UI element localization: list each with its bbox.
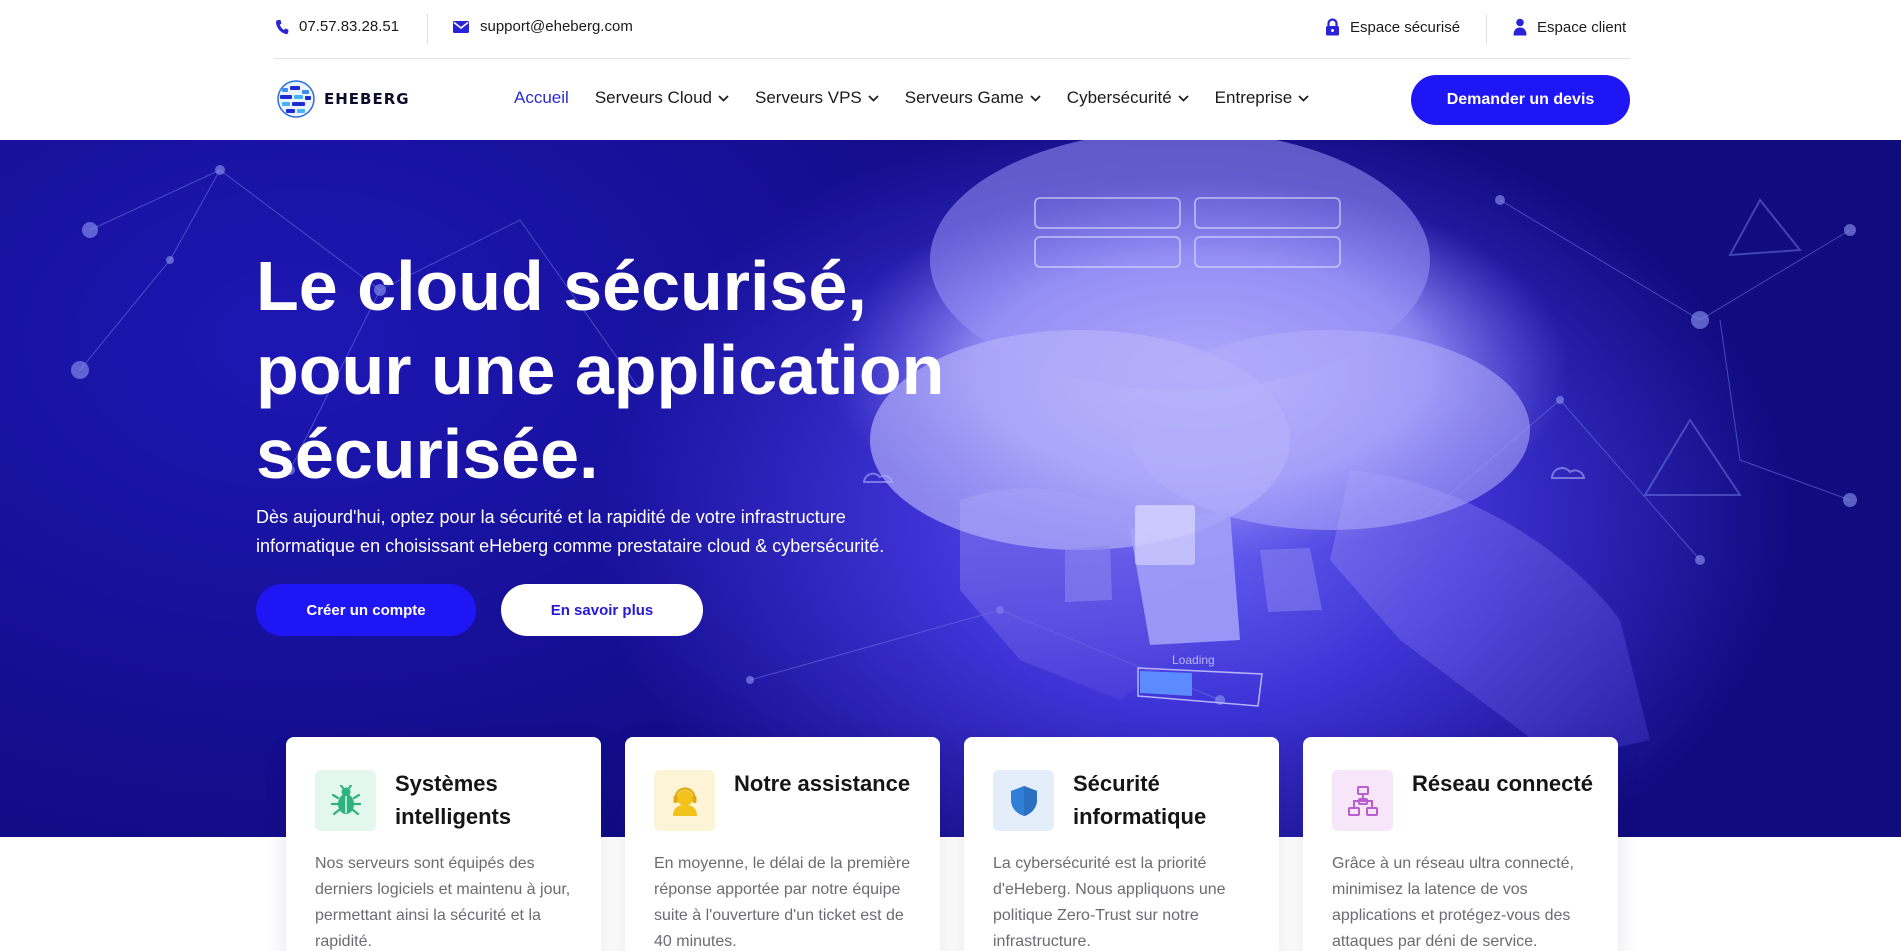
hero-subtitle: Dès aujourd'hui, optez pour la sécurité … xyxy=(256,507,885,556)
feature-card: Sécurité informatique La cybersécurité e… xyxy=(964,737,1279,951)
shield-icon xyxy=(993,770,1054,831)
feature-title: Sécurité informatique xyxy=(1073,771,1207,829)
feature-card: Systèmes intelligents Nos serveurs sont … xyxy=(286,737,601,951)
email-contact[interactable]: support@eheberg.com xyxy=(452,18,633,35)
nav-item-serveurs-game[interactable]: Serveurs Game xyxy=(905,88,1041,108)
chevron-down-icon xyxy=(1298,94,1309,102)
nav-item-label: Accueil xyxy=(514,88,569,107)
divider xyxy=(1486,14,1487,44)
feature-title: Notre assistance xyxy=(734,771,911,796)
feature-description: Grâce à un réseau ultra connecté, minimi… xyxy=(1332,855,1574,950)
create-account-button[interactable]: Créer un compte xyxy=(256,584,476,636)
bug-icon xyxy=(315,770,376,831)
chevron-down-icon xyxy=(1030,94,1041,102)
main-navbar: EHEBERG Accueil Serveurs Cloud Serveurs … xyxy=(274,60,1630,140)
network-icon xyxy=(1332,770,1393,831)
feature-card: Réseau connecté Grâce à un réseau ultra … xyxy=(1303,737,1618,951)
hero-title-line: pour une application xyxy=(256,331,945,409)
chevron-down-icon xyxy=(718,94,729,102)
feature-card: Notre assistance En moyenne, le délai de… xyxy=(625,737,940,951)
nav-item-label: Serveurs Game xyxy=(904,88,1024,107)
hero-title-line: Le cloud sécurisé, xyxy=(256,247,867,325)
phone-icon xyxy=(276,19,289,34)
nav-item-entreprise[interactable]: Entreprise xyxy=(1215,88,1309,108)
client-area-label: Espace client xyxy=(1537,18,1627,36)
feature-description: Nos serveurs sont équipés des derniers l… xyxy=(315,855,571,950)
mail-icon xyxy=(453,20,469,33)
feature-description: En moyenne, le délai de la première répo… xyxy=(654,855,911,950)
chevron-down-icon xyxy=(868,94,879,102)
request-quote-button[interactable]: Demander un devis xyxy=(1411,75,1630,125)
nav-item-label: Serveurs Cloud xyxy=(594,88,712,107)
divider xyxy=(427,14,428,44)
feature-title: Systèmes intelligents xyxy=(395,771,512,829)
nav-item-label: Serveurs VPS xyxy=(754,88,862,107)
chevron-down-icon xyxy=(1178,94,1189,102)
nav-item-label: Cybersécurité xyxy=(1066,88,1172,107)
phone-number: 07.57.83.28.51 xyxy=(299,18,400,35)
learn-more-button[interactable]: En savoir plus xyxy=(501,584,703,636)
nav-item-serveurs-cloud[interactable]: Serveurs Cloud xyxy=(595,88,729,108)
main-menu: Accueil Serveurs Cloud Serveurs VPS Serv… xyxy=(514,88,1335,108)
feature-title: Réseau connecté xyxy=(1412,771,1593,796)
feature-description: La cybersécurité est la priorité d'eHebe… xyxy=(993,855,1226,950)
hero-title-line: sécurisée. xyxy=(256,415,599,493)
top-bar: 07.57.83.28.51 support@eheberg.com Espac… xyxy=(274,0,1630,59)
lock-icon xyxy=(1326,18,1339,36)
support-agent-icon xyxy=(654,770,715,831)
loading-text: Loading xyxy=(1172,653,1215,667)
features-row: Systèmes intelligents Nos serveurs sont … xyxy=(286,737,1618,951)
email-address: support@eheberg.com xyxy=(480,18,633,35)
nav-item-accueil[interactable]: Accueil xyxy=(514,88,569,108)
secure-area-label: Espace sécurisé xyxy=(1350,18,1461,36)
hero-title: Le cloud sécurisé, pour une application … xyxy=(256,244,1016,496)
logo[interactable]: EHEBERG xyxy=(276,79,410,119)
client-area-link[interactable]: Espace client xyxy=(1513,18,1626,36)
logo-text: EHEBERG xyxy=(324,90,410,108)
phone-contact[interactable]: 07.57.83.28.51 xyxy=(275,18,399,35)
nav-item-serveurs-vps[interactable]: Serveurs VPS xyxy=(755,88,879,108)
globe-logo-icon xyxy=(277,80,315,118)
user-icon xyxy=(1513,18,1527,36)
nav-item-cybersecurite[interactable]: Cybersécurité xyxy=(1067,88,1189,108)
nav-item-label: Entreprise xyxy=(1214,88,1293,107)
secure-area-link[interactable]: Espace sécurisé xyxy=(1325,18,1460,36)
hero-section: Loading Le cloud sécurisé, pour une appl… xyxy=(0,140,1901,837)
